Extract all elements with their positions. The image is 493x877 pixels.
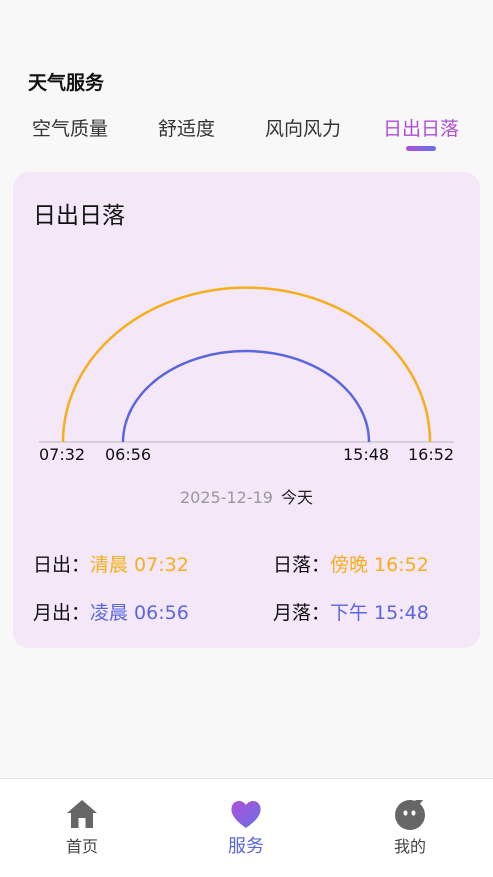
today-text: 今天 <box>280 488 313 507</box>
heart-icon <box>231 800 261 828</box>
sunrise-label: 日出： <box>33 554 91 576</box>
date-row: 2025-12-19 今天 <box>13 484 480 508</box>
moon-arc <box>121 349 371 443</box>
nav-service-label: 服务 <box>228 836 264 857</box>
moonset-value: 下午 15:48 <box>330 602 429 624</box>
service-tabs: 空气质量 舒适度 风向风力 日出日落 <box>0 114 493 158</box>
nav-service[interactable]: 服务 <box>186 779 306 877</box>
nav-mine[interactable]: 我的 <box>350 779 470 877</box>
moonrise-label: 月出： <box>33 602 91 624</box>
tab-comfort[interactable]: 舒适度 <box>158 114 215 141</box>
nav-mine-label: 我的 <box>393 837 426 856</box>
active-tab-indicator <box>406 146 436 151</box>
profile-face-icon <box>395 800 425 830</box>
home-icon <box>67 800 97 828</box>
nav-home-label: 首页 <box>65 837 98 856</box>
sunset-label: 日落： <box>273 554 331 576</box>
nav-home[interactable]: 首页 <box>22 779 142 877</box>
sun-moon-arc-chart <box>39 286 454 443</box>
date-text: 2025-12-19 <box>180 488 273 507</box>
moonset-label: 月落： <box>273 602 331 624</box>
sunset-value: 傍晚 16:52 <box>330 554 429 576</box>
moonrise-value: 凌晨 06:56 <box>90 602 189 624</box>
sun-arc <box>61 286 432 443</box>
moonrise-info: 月出：凌晨 06:56 <box>33 598 189 625</box>
tab-sunrise-sunset[interactable]: 日出日落 <box>383 114 459 141</box>
tab-wind[interactable]: 风向风力 <box>265 114 341 141</box>
bottom-navigation: 首页 服务 我的 <box>0 778 493 877</box>
sunrise-sunset-card: 日出日落 07:32 06:56 15:48 16:52 2025-12-19 今… <box>13 172 480 648</box>
section-title: 天气服务 <box>28 72 105 94</box>
moonrise-time-label: 06:56 <box>105 445 152 464</box>
sunrise-info: 日出：清晨 07:32 <box>33 550 189 577</box>
moonset-time-label: 15:48 <box>343 445 390 464</box>
sunrise-time-label: 07:32 <box>39 445 86 464</box>
tab-air-quality[interactable]: 空气质量 <box>32 114 108 141</box>
sunset-time-label: 16:52 <box>408 445 455 464</box>
sunrise-value: 清晨 07:32 <box>90 554 189 576</box>
sunset-info: 日落：傍晚 16:52 <box>273 550 429 577</box>
moonset-info: 月落：下午 15:48 <box>273 598 429 625</box>
